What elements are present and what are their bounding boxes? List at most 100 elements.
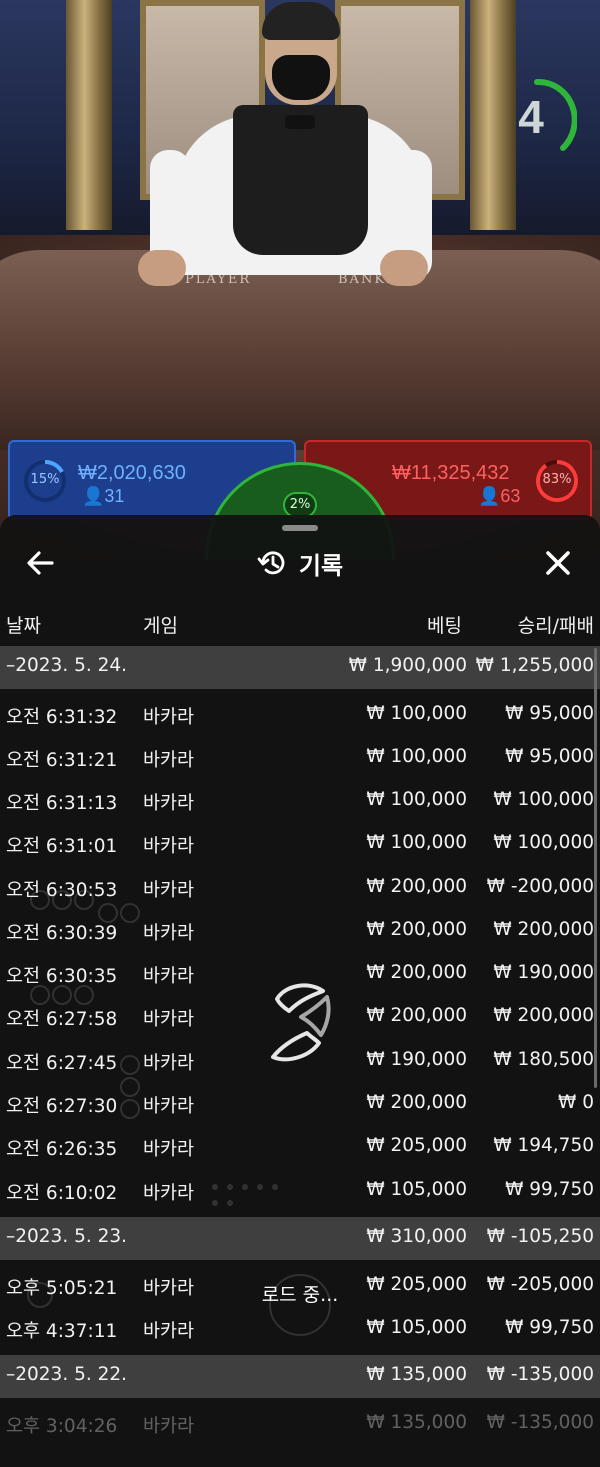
loading-indicator: 로드 중... [245, 1280, 355, 1360]
column-header-date: 날짜 [6, 615, 41, 637]
group-date: –2023. 5. 24. [6, 655, 128, 676]
row-time: 오전 6:31:21 [6, 750, 118, 771]
close-icon [546, 551, 570, 575]
row-time: 오후 5:05:21 [6, 1278, 118, 1299]
row-win: ₩ 95,000 [505, 746, 594, 767]
column-header-bet: 베팅 [427, 615, 462, 637]
history-row[interactable]: 오전 6:31:21 바카라 ₩ 100,000 ₩ 95,000 [0, 737, 600, 780]
row-win: ₩ 0 [558, 1092, 594, 1113]
row-game: 바카라 [143, 1009, 195, 1030]
history-row[interactable]: 오전 6:27:30 바카라 ₩ 200,000 ₩ 0 [0, 1083, 600, 1126]
countdown-timer: 4 [505, 76, 578, 160]
row-time: 오전 6:30:53 [6, 880, 118, 901]
row-bet: ₩ 200,000 [366, 962, 467, 983]
group-win-total: ₩ 1,255,000 [475, 655, 594, 676]
row-win: ₩ 100,000 [493, 832, 594, 853]
history-row[interactable]: 오전 6:31:01 바카라 ₩ 100,000 ₩ 100,000 [0, 823, 600, 866]
person-icon: 👤 [82, 486, 105, 506]
baccarat-table [0, 250, 600, 450]
history-row[interactable]: 오전 6:10:02 바카라 ₩ 105,000 ₩ 99,750 [0, 1170, 600, 1213]
row-bet: ₩ 200,000 [366, 1092, 467, 1113]
row-bet: ₩ 200,000 [366, 1005, 467, 1026]
countdown-value: 4 [518, 91, 544, 143]
gold-pillar-left [66, 0, 112, 230]
row-time: 오전 6:30:35 [6, 966, 118, 987]
live-video-stage: PLAYER BANKER 4 15% ₩2,020,630 👤31 ₩11,3… [0, 0, 600, 560]
history-sheet: 기록 날짜 게임 베팅 승리/패배 –2023. 5. 24. ₩ 1,900,… [0, 515, 600, 1467]
scrollbar[interactable] [594, 648, 597, 1088]
loading-spinner-icon [271, 983, 331, 1062]
close-button[interactable] [540, 545, 576, 581]
row-bet: ₩ 200,000 [366, 919, 467, 940]
row-time: 오전 6:27:58 [6, 1009, 118, 1030]
history-row[interactable]: 오전 6:30:39 바카라 ₩ 200,000 ₩ 200,000 [0, 910, 600, 953]
player-bettor-count: 👤31 [82, 486, 125, 506]
player-total-amount: ₩2,020,630 [78, 462, 186, 484]
date-group-row[interactable]: –2023. 5. 23. ₩ 310,000 ₩ -105,250 [0, 1217, 600, 1260]
dealer-bowtie [285, 115, 315, 129]
row-win: ₩ 190,000 [493, 962, 594, 983]
group-bet-total: ₩ 1,900,000 [348, 655, 467, 676]
row-game: 바카라 [143, 1183, 195, 1204]
history-row[interactable]: 오전 6:31:13 바카라 ₩ 100,000 ₩ 100,000 [0, 780, 600, 823]
dealer-mask [272, 55, 330, 100]
person-icon: 👤 [478, 486, 501, 506]
row-win: ₩ -205,000 [486, 1274, 594, 1295]
history-row[interactable]: 오전 6:26:35 바카라 ₩ 205,000 ₩ 194,750 [0, 1126, 600, 1169]
banker-percent-ring: 83% [534, 458, 580, 504]
player-percent-ring: 15% [22, 458, 68, 504]
row-bet: ₩ 135,000 [366, 1412, 467, 1433]
row-time: 오후 3:04:26 [6, 1416, 118, 1437]
dealer-hand-right [380, 250, 428, 286]
row-bet: ₩ 100,000 [366, 746, 467, 767]
sheet-grab-handle[interactable] [282, 525, 318, 531]
row-time: 오전 6:27:45 [6, 1053, 118, 1074]
row-win: ₩ 95,000 [505, 703, 594, 724]
row-bet: ₩ 190,000 [366, 1049, 467, 1070]
group-bet-total: ₩ 135,000 [366, 1364, 467, 1385]
row-win: ₩ 194,750 [493, 1135, 594, 1156]
history-row[interactable]: 오후 3:04:26 바카라 ₩ 135,000 ₩ -135,000 [0, 1403, 600, 1446]
banker-percent: 83% [542, 472, 572, 487]
history-row[interactable]: 오전 6:31:32 바카라 ₩ 100,000 ₩ 95,000 [0, 694, 600, 737]
row-time: 오전 6:30:39 [6, 923, 118, 944]
row-game: 바카라 [143, 1139, 195, 1160]
row-game: 바카라 [143, 923, 195, 944]
row-game: 바카라 [143, 707, 195, 728]
row-bet: ₩ 105,000 [366, 1179, 467, 1200]
row-win: ₩ 200,000 [493, 919, 594, 940]
row-win: ₩ -200,000 [486, 876, 594, 897]
row-time: 오전 6:26:35 [6, 1139, 118, 1160]
row-game: 바카라 [143, 1321, 195, 1342]
sheet-title: 기록 [298, 551, 344, 580]
group-date: –2023. 5. 22. [6, 1364, 128, 1385]
row-time: 오전 6:27:30 [6, 1096, 118, 1117]
row-bet: ₩ 100,000 [366, 832, 467, 853]
player-percent: 15% [30, 472, 60, 487]
row-game: 바카라 [143, 836, 195, 857]
date-group-row[interactable]: –2023. 5. 22. ₩ 135,000 ₩ -135,000 [0, 1355, 600, 1398]
history-row[interactable]: 오전 6:30:53 바카라 ₩ 200,000 ₩ -200,000 [0, 867, 600, 910]
row-win: ₩ -135,000 [486, 1412, 594, 1433]
row-bet: ₩ 100,000 [366, 789, 467, 810]
column-header-win-loss: 승리/패배 [517, 615, 594, 637]
row-bet: ₩ 100,000 [366, 703, 467, 724]
row-win: ₩ 180,500 [493, 1049, 594, 1070]
row-game: 바카라 [143, 793, 195, 814]
row-game: 바카라 [143, 1416, 195, 1437]
group-win-total: ₩ -135,000 [486, 1364, 594, 1385]
row-win: ₩ 100,000 [493, 789, 594, 810]
sheet-header: 기록 [0, 543, 600, 583]
column-header-game: 게임 [143, 615, 178, 637]
row-game: 바카라 [143, 750, 195, 771]
group-win-total: ₩ -105,250 [486, 1226, 594, 1247]
banker-bettor-count: 👤63 [478, 486, 521, 506]
row-win: ₩ 99,750 [505, 1179, 594, 1200]
row-win: ₩ 200,000 [493, 1005, 594, 1026]
row-time: 오후 4:37:11 [6, 1321, 118, 1342]
row-game: 바카라 [143, 966, 195, 987]
row-bet: ₩ 105,000 [366, 1317, 467, 1338]
row-bet: ₩ 200,000 [366, 876, 467, 897]
date-group-row[interactable]: –2023. 5. 24. ₩ 1,900,000 ₩ 1,255,000 [0, 646, 600, 689]
row-game: 바카라 [143, 880, 195, 901]
